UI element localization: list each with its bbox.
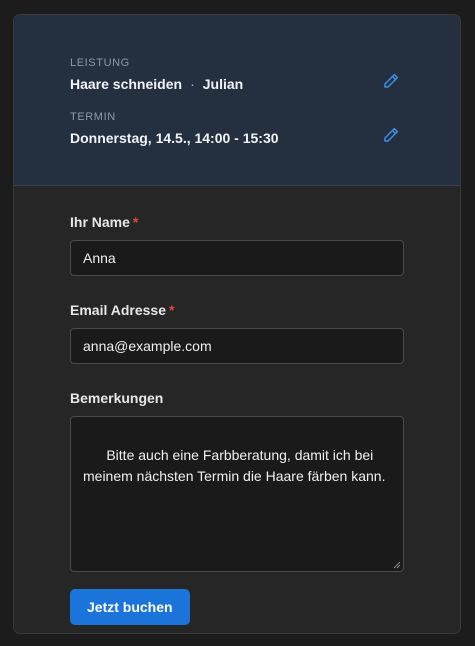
book-now-button[interactable]: Jetzt buchen <box>70 589 190 625</box>
name-label-text: Ihr Name <box>70 214 130 230</box>
booking-form: Ihr Name * Anna Email Adresse * anna@examp… <box>70 214 404 625</box>
service-label: LEISTUNG <box>70 57 130 69</box>
notes-field-label: Bemerkungen <box>70 390 404 407</box>
service-summary: LEISTUNG Haare schneiden · Julian <box>70 57 400 93</box>
notes-text: Bitte auch eine Farbberatung, damit ich … <box>83 447 386 484</box>
name-input[interactable]: Anna <box>70 240 404 276</box>
appointment-summary: TERMIN Donnerstag, 14.5., 14:00 - 15:30 <box>70 111 400 147</box>
booking-summary: LEISTUNG Haare schneiden · Julian TERMIN D… <box>14 15 460 186</box>
appointment-value: Donnerstag, 14.5., 14:00 - 15:30 <box>70 130 279 146</box>
pencil-icon[interactable] <box>382 72 400 90</box>
service-separator: · <box>190 76 195 92</box>
pencil-icon[interactable] <box>382 126 400 144</box>
required-mark: * <box>132 214 139 230</box>
appointment-label: TERMIN <box>70 111 116 123</box>
booking-card: LEISTUNG Haare schneiden · Julian TERMIN D… <box>13 14 461 634</box>
service-value: Haare schneiden · Julian <box>70 75 400 93</box>
notes-label-text: Bemerkungen <box>70 390 164 406</box>
email-field-label: Email Adresse * <box>70 302 404 319</box>
staff-name: Julian <box>202 76 244 92</box>
required-mark: * <box>168 302 175 318</box>
email-input[interactable]: anna@example.com <box>70 328 404 364</box>
name-field-label: Ihr Name * <box>70 214 404 231</box>
resize-handle-icon[interactable] <box>393 561 401 569</box>
notes-textarea[interactable]: Bitte auch eine Farbberatung, damit ich … <box>70 416 404 572</box>
email-label-text: Email Adresse <box>70 302 166 318</box>
service-name: Haare schneiden <box>70 76 183 92</box>
